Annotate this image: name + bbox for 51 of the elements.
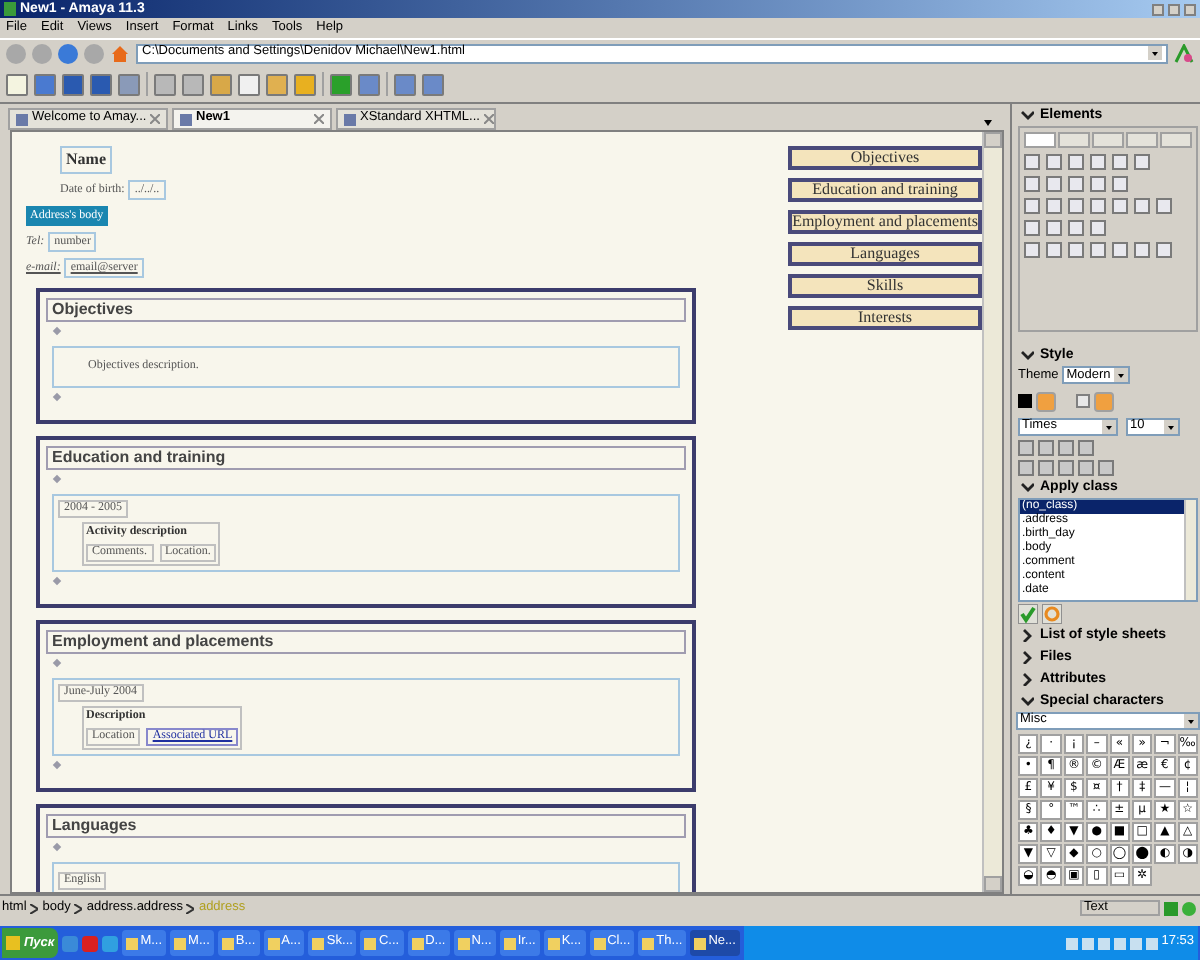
nav-button[interactable]: Interests — [788, 306, 982, 330]
program-icon — [503, 937, 516, 949]
chevron-right-icon[interactable] — [1020, 627, 1034, 642]
element-tab-icon[interactable] — [1058, 132, 1090, 148]
element-tab-icon[interactable] — [1126, 132, 1158, 148]
dropdown-icon[interactable] — [1114, 368, 1129, 383]
section-title: Employment and placements — [46, 630, 686, 654]
scrollbar[interactable] — [1184, 499, 1196, 600]
dropdown-icon[interactable] — [1184, 713, 1198, 728]
nav-button[interactable]: Education and training — [788, 178, 982, 202]
program-icon — [593, 937, 606, 949]
element-tab-icon[interactable] — [1024, 132, 1056, 148]
section-title: Languages — [46, 814, 686, 838]
background-color-icon[interactable] — [1076, 394, 1090, 409]
page-icon — [344, 113, 356, 125]
program-icon — [267, 937, 280, 949]
element-tab-icon[interactable] — [1160, 132, 1192, 148]
chevron-right-icon[interactable] — [1020, 649, 1034, 664]
chevron-right-icon[interactable] — [1020, 671, 1034, 686]
chevron-down-icon[interactable] — [1020, 348, 1034, 362]
checkmark-icon[interactable] — [1018, 603, 1038, 624]
program-icon — [312, 937, 325, 949]
program-icon — [547, 937, 560, 949]
home-icon[interactable] — [110, 43, 130, 63]
program-icon — [642, 937, 655, 949]
section-title: Education and training — [46, 446, 686, 470]
nav-button[interactable]: Skills — [788, 274, 982, 298]
nav-button[interactable]: Objectives — [788, 146, 982, 170]
page-icon — [180, 113, 192, 125]
chevron-down-icon[interactable] — [1020, 479, 1034, 494]
chevron-down-icon[interactable] — [1020, 693, 1034, 708]
program-icon — [126, 937, 139, 949]
program-icon — [457, 937, 470, 949]
name-heading: Name — [60, 146, 112, 174]
app-icon — [4, 2, 16, 16]
page-icon — [16, 113, 28, 125]
chevron-down-icon[interactable] — [1020, 108, 1034, 122]
dropdown-icon[interactable] — [1102, 419, 1116, 434]
nav-button[interactable]: Employment and placements — [788, 210, 982, 234]
program-icon — [174, 937, 187, 949]
program-icon — [411, 937, 424, 949]
element-tab-icon[interactable] — [1092, 132, 1124, 148]
program-icon — [364, 937, 377, 949]
program-icon — [694, 937, 707, 949]
dropdown-icon[interactable] — [1164, 419, 1178, 434]
scrollbar[interactable] — [982, 132, 1002, 892]
dropdown-icon[interactable] — [1148, 46, 1162, 60]
section-title: Objectives — [46, 298, 686, 322]
program-icon — [221, 937, 234, 949]
text-color-icon[interactable] — [1018, 394, 1032, 409]
nav-button[interactable]: Languages — [788, 242, 982, 266]
